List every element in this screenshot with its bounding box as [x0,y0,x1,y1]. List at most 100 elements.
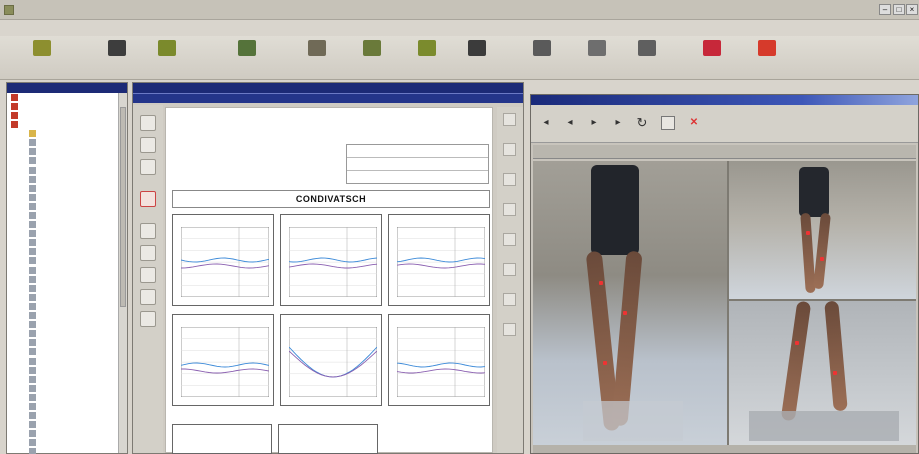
maximize-button[interactable]: □ [893,4,905,15]
tree-item[interactable] [7,184,127,193]
stop-icon[interactable]: ✕ [687,116,701,130]
skip-back-icon[interactable]: ◂ [539,116,553,130]
play-icon[interactable]: ▸ [611,116,625,130]
toolbar-button[interactable] [690,40,734,78]
video-timeline[interactable] [533,145,916,159]
toolbar-button[interactable] [625,40,669,78]
tree-item[interactable] [7,357,127,366]
toolbar-button[interactable] [20,40,64,78]
page-tool-icon[interactable] [140,223,156,239]
toolbar-button[interactable] [350,40,394,78]
format-icon[interactable] [503,173,516,186]
tree-item[interactable] [7,193,127,202]
tree-item[interactable] [7,411,127,420]
video-frames[interactable] [533,161,916,447]
chart-trace-left [289,257,377,263]
tree-item[interactable] [7,420,127,429]
chart-type-icon[interactable] [503,293,516,306]
tree-item[interactable] [7,120,127,129]
toolbar-button[interactable] [455,40,499,78]
tree-item[interactable] [7,166,127,175]
toolbar-button[interactable] [405,40,449,78]
video-frame-main[interactable] [533,161,727,447]
tree-item[interactable] [7,293,127,302]
pointer-icon[interactable] [503,113,516,126]
settings-icon[interactable] [503,323,516,336]
grid-icon[interactable] [503,233,516,246]
tree-item[interactable] [7,393,127,402]
tree-item[interactable] [7,384,127,393]
tree-item[interactable] [7,102,127,111]
tree-item[interactable] [7,448,127,454]
tree-item[interactable] [7,311,127,320]
toolbar-button[interactable] [575,40,619,78]
video-frame-floor[interactable] [729,301,916,447]
trial-icon [29,448,36,454]
text-tool-icon[interactable] [140,137,156,153]
tree-item[interactable] [7,257,127,266]
tree-item[interactable] [7,129,127,138]
gait-chart[interactable] [388,314,490,406]
tree-item[interactable] [7,375,127,384]
step-back-icon[interactable]: ◂ [563,116,577,130]
tree-item[interactable] [7,138,127,147]
toolbar-button[interactable] [95,40,139,78]
tree-scroll-thumb[interactable] [120,107,126,307]
gait-chart[interactable] [172,214,274,306]
tree-item[interactable] [7,284,127,293]
toolbar-button[interactable] [295,40,339,78]
tree-item[interactable] [7,402,127,411]
toolbar-button[interactable] [520,40,564,78]
gait-chart[interactable] [280,214,382,306]
tree-item[interactable] [7,339,127,348]
tree-item[interactable] [7,266,127,275]
tree-scrollbar[interactable] [118,93,127,453]
tree-item[interactable] [7,175,127,184]
tree-item[interactable] [7,111,127,120]
tree-item[interactable] [7,93,127,102]
capture-icon[interactable] [661,116,675,130]
toolbar-button[interactable] [225,40,269,78]
tree-item[interactable] [7,157,127,166]
trial-icon [29,384,36,392]
tree-item[interactable] [7,429,127,438]
toolbar-button[interactable] [145,40,189,78]
step-forward-icon[interactable]: ▸ [587,116,601,130]
align-icon[interactable] [503,203,516,216]
gait-chart[interactable] [172,314,274,406]
minimize-button[interactable]: – [879,4,891,15]
video-frame-side[interactable] [729,161,916,299]
clipboard-icon [638,40,656,56]
gait-chart[interactable] [280,314,382,406]
info-row [347,158,488,171]
link-icon[interactable] [503,263,516,276]
tree-item[interactable] [7,366,127,375]
tree-item[interactable] [7,329,127,338]
table-tool-icon[interactable] [140,289,156,305]
tree-item[interactable] [7,220,127,229]
pen-tool-icon[interactable] [140,159,156,175]
tree-item[interactable] [7,248,127,257]
layout-tool-icon[interactable] [140,311,156,327]
image-tool-icon[interactable] [140,267,156,283]
trial-icon [29,139,36,147]
tree-item[interactable] [7,202,127,211]
tree-item[interactable] [7,211,127,220]
zoom-icon[interactable] [503,143,516,156]
tree-item[interactable] [7,239,127,248]
tree-item[interactable] [7,439,127,448]
toolbar-button[interactable] [745,40,789,78]
tree-item[interactable] [7,302,127,311]
sync-icon[interactable]: ↻ [635,116,649,130]
select-tool-icon[interactable] [140,115,156,131]
shape-tool-icon[interactable] [140,191,156,207]
gait-chart[interactable] [388,214,490,306]
tree-item[interactable] [7,148,127,157]
tree-item[interactable] [7,320,127,329]
tree-item[interactable] [7,229,127,238]
tree-item[interactable] [7,275,127,284]
copy-tool-icon[interactable] [140,245,156,261]
tree-item[interactable] [7,348,127,357]
close-button[interactable]: × [906,4,918,15]
chart-trace-left [181,362,269,368]
